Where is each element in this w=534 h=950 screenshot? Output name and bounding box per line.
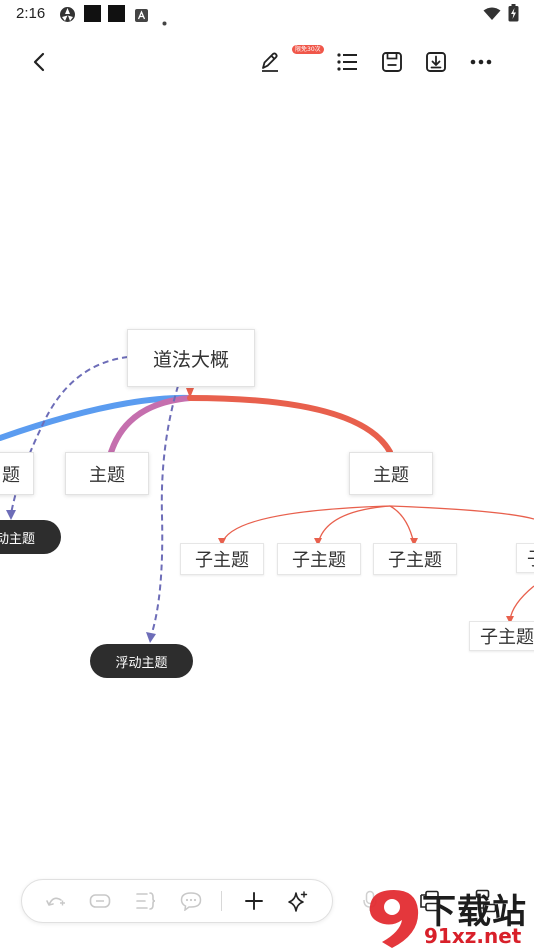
watermark-domain: 91xz.net (424, 924, 522, 948)
ai-button[interactable] (280, 880, 316, 922)
add-topic-button[interactable] (82, 880, 118, 922)
subtopic-label: 子主题 (292, 550, 346, 571)
floating-topic[interactable]: 浮动主题 (90, 644, 193, 678)
save-button[interactable] (372, 40, 412, 84)
main-topic-middle[interactable]: 主题 (65, 452, 149, 495)
wifi-icon (483, 6, 501, 25)
comment-icon (180, 892, 202, 911)
floating-topic-label: 动主题 (0, 531, 35, 547)
undo-button[interactable] (37, 880, 73, 922)
undo-icon (46, 897, 65, 906)
notification-a-icon (135, 7, 148, 26)
add-button[interactable] (236, 880, 272, 922)
export-button[interactable] (416, 40, 456, 84)
subtopic[interactable]: 子 (516, 543, 534, 573)
status-bar: 2:16 (0, 0, 534, 28)
outline-button[interactable] (327, 40, 367, 84)
subtopic-label: 子主题 (480, 627, 534, 648)
topic-icon (89, 894, 111, 908)
toolbar-divider (221, 891, 222, 911)
branch-line-right (187, 395, 393, 455)
more-button[interactable] (461, 40, 501, 84)
top-toolbar (0, 40, 534, 86)
save-icon (382, 52, 402, 72)
pen-icon (262, 52, 278, 72)
subtopic[interactable]: 子主题 (277, 543, 361, 575)
list-icon (337, 53, 357, 71)
download-icon (426, 52, 446, 72)
floating-topic[interactable]: 动主题 (0, 520, 61, 554)
subtopic-label: 子主题 (388, 550, 442, 571)
bottom-toolbar (21, 879, 333, 923)
subtopic[interactable]: 子主题 (180, 543, 264, 575)
floating-topic-label: 浮动主题 (115, 655, 168, 671)
main-topic-label: 主题 (89, 464, 125, 486)
main-topic-label: 题 (2, 464, 20, 486)
add-icon (245, 892, 263, 910)
subtopic-label: 子 (527, 545, 534, 571)
main-topic-right[interactable]: 主题 (349, 452, 433, 495)
watermark: 下载站 91xz.net (362, 884, 534, 950)
status-time: 2:16 (16, 5, 46, 22)
square-icon (108, 5, 125, 26)
more-horizontal-icon (470, 59, 492, 65)
subtopic-label: 子主题 (195, 550, 249, 571)
mindmap-canvas[interactable]: 道法大概 题 主题 主题 子主题 子主题 子主题 子 子主题 动主题 浮动主题 (0, 86, 534, 866)
comment-button[interactable] (173, 880, 209, 922)
chevron-left-icon (33, 52, 45, 72)
subtopic[interactable]: 子主题 (373, 543, 457, 575)
summary-button[interactable] (128, 880, 164, 922)
pen-badge: 限免30次 (292, 45, 324, 54)
main-topic-left[interactable]: 题 (0, 452, 34, 495)
pen-button[interactable] (250, 40, 290, 84)
summary-icon (136, 892, 156, 910)
root-topic[interactable]: 道法大概 (127, 329, 255, 387)
square-icon (84, 5, 101, 26)
root-topic-label: 道法大概 (152, 348, 229, 371)
battery-icon (508, 4, 519, 26)
dot-icon (162, 11, 167, 30)
subtopic[interactable]: 子主题 (469, 621, 534, 651)
aperture-icon (59, 6, 76, 27)
sparkle-icon (288, 891, 308, 912)
back-button[interactable] (20, 40, 60, 84)
main-topic-label: 主题 (373, 464, 409, 486)
